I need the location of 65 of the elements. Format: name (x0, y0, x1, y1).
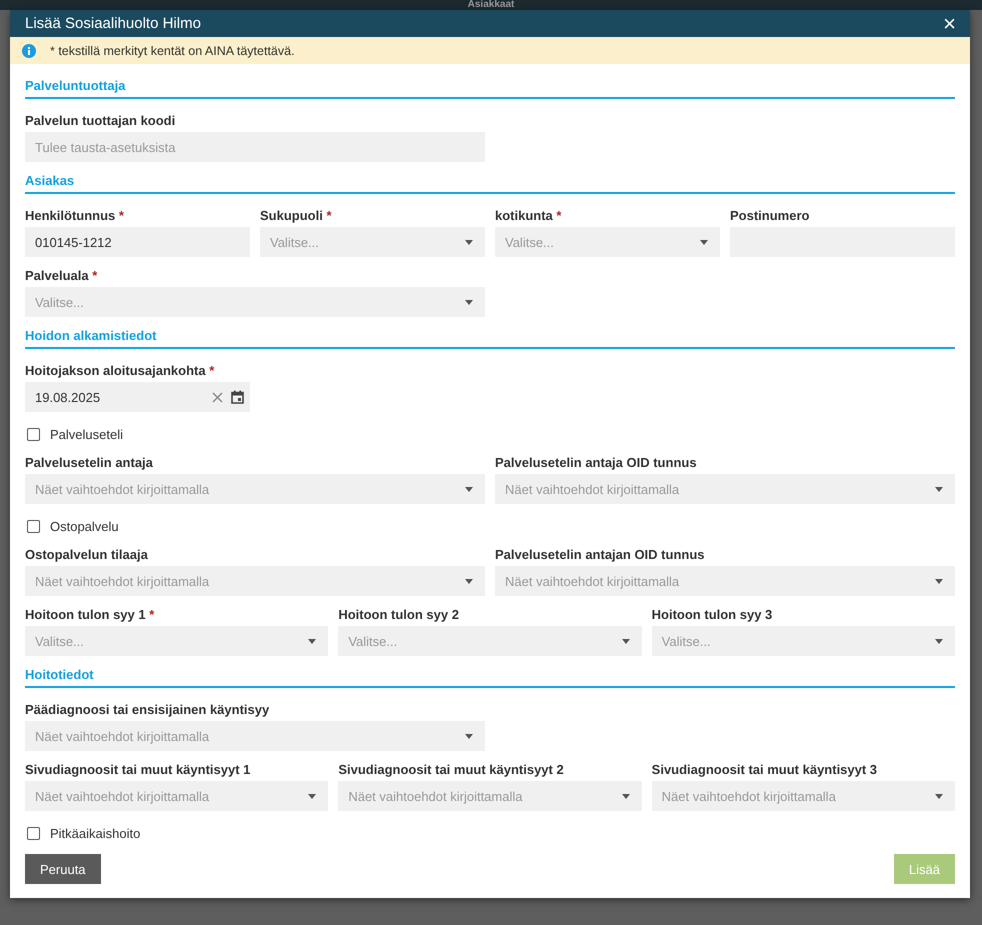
field-label: Hoitoon tulon syy 1 * (25, 607, 156, 623)
select-field[interactable]: Näet vaihtoehdot kirjoittamalla (338, 781, 642, 811)
select-field[interactable]: Näet vaihtoehdot kirjoittamalla (495, 474, 955, 504)
checkbox[interactable]: Palveluseteli (25, 423, 123, 444)
checkbox[interactable]: Pitkäaikaishoito (25, 822, 140, 843)
field-label: Henkilötunnus * (25, 208, 125, 224)
notice-text: * tekstillä merkityt kentät on AINA täytettävä. (50, 44, 295, 58)
caret-icon (935, 794, 943, 798)
field-label: Hoitoon tulon syy 2 (338, 607, 460, 623)
field-label: kotikunta * (495, 208, 562, 224)
input-field[interactable]: 010145-1212 (25, 227, 250, 257)
field-label: Päädiagnoosi tai ensisijainen käyntisyy (25, 702, 270, 718)
field-label: Sivudiagnoosit tai muut käyntisyyt 1 (25, 762, 252, 778)
field-label: Palvelusetelin antaja OID tunnus (495, 455, 698, 471)
section-heading: Hoitotiedot (25, 667, 955, 688)
select-field[interactable]: Näet vaihtoehdot kirjoittamalla (495, 566, 955, 596)
select-field[interactable]: Näet vaihtoehdot kirjoittamalla (25, 721, 485, 751)
date-field[interactable]: 19.08.2025 (25, 382, 250, 412)
caret-icon (308, 638, 316, 644)
caret-icon (935, 638, 943, 644)
page-title: Asiakkaat (468, 0, 514, 10)
field-label: Postinumero (730, 208, 810, 224)
select-field[interactable]: Valitse... (260, 227, 485, 257)
field-label: Sivudiagnoosit tai muut käyntisyyt 3 (652, 762, 878, 778)
calendar-icon[interactable] (231, 390, 244, 404)
clear-icon[interactable] (212, 392, 223, 402)
field-label: Sukupuoli * (260, 208, 333, 224)
caret-icon (465, 486, 473, 492)
field-label: Palvelusetelin antaja (25, 455, 154, 471)
field-label: Palvelusetelin antajan OID tunnus (495, 547, 706, 563)
select-field[interactable]: Valitse... (338, 626, 642, 656)
section-heading: Hoidon alkamistiedot (25, 328, 955, 349)
close-button[interactable]: × (939, 14, 960, 34)
caret-icon (935, 486, 943, 492)
field-label: Palveluala * (25, 268, 98, 284)
caret-icon (700, 240, 708, 244)
submit-button[interactable]: Lisää (894, 854, 955, 884)
select-field[interactable]: Valitse... (25, 626, 328, 656)
select-field[interactable]: Näet vaihtoehdot kirjoittamalla (25, 474, 485, 504)
field-label: Ostopalvelun tilaaja (25, 547, 149, 563)
cancel-button[interactable]: Peruuta (25, 854, 101, 884)
select-field[interactable]: Valitse... (25, 287, 485, 317)
field-label: Hoitoon tulon syy 3 (652, 607, 774, 623)
select-field[interactable]: Näet vaihtoehdot kirjoittamalla (25, 566, 485, 596)
caret-icon (622, 794, 630, 798)
caret-icon (622, 638, 630, 644)
field-label: Hoitojakson aloitusajankohta * (25, 363, 216, 379)
select-field[interactable]: Näet vaihtoehdot kirjoittamalla (25, 781, 328, 811)
field-label: Sivudiagnoosit tai muut käyntisyyt 2 (338, 762, 565, 778)
select-field[interactable]: Valitse... (652, 626, 955, 656)
select-field[interactable]: Valitse... (495, 227, 720, 257)
checkbox[interactable]: Ostopalvelu (25, 515, 119, 536)
field-label: Palvelun tuottajan koodi (25, 113, 176, 129)
caret-icon (465, 734, 473, 738)
input-field[interactable]: Tulee tausta-asetuksista (25, 132, 485, 162)
caret-icon (308, 794, 316, 798)
caret-icon (465, 578, 473, 584)
section-heading: Palveluntuottaja (25, 78, 955, 99)
dialog-title: Lisää Sosiaalihuolto Hilmo (25, 15, 201, 32)
caret-icon (465, 240, 473, 244)
caret-icon (935, 578, 943, 584)
section-heading: Asiakas (25, 173, 955, 194)
info-icon (22, 44, 36, 58)
caret-icon (465, 300, 473, 304)
select-field[interactable]: Näet vaihtoehdot kirjoittamalla (652, 781, 955, 811)
